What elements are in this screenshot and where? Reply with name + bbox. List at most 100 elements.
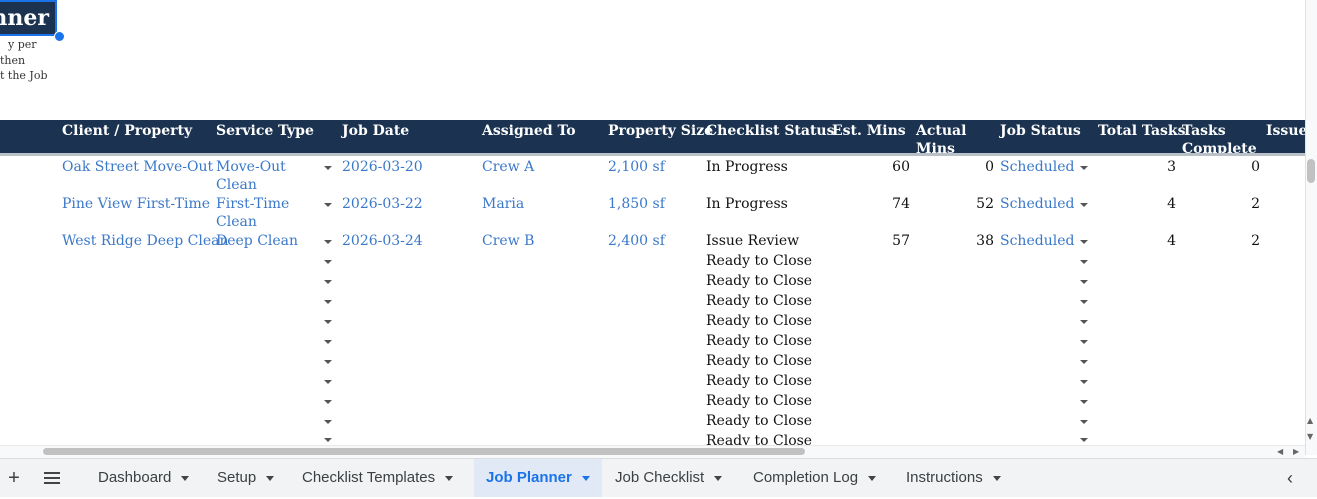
cell-checklist-status[interactable]: In Progress bbox=[706, 195, 788, 213]
vertical-scrollbar[interactable] bbox=[1305, 0, 1317, 455]
dropdown-arrow-icon[interactable] bbox=[324, 203, 332, 207]
scroll-left-icon[interactable]: ◀ bbox=[1277, 447, 1283, 456]
cell-total-tasks[interactable]: 4 bbox=[1100, 195, 1176, 213]
header-assigned-to: Assigned To bbox=[482, 123, 576, 139]
tab-dashboard[interactable]: Dashboard bbox=[86, 459, 201, 497]
cell-actual-mins[interactable]: 38 bbox=[924, 232, 994, 250]
cell-total-tasks[interactable]: 4 bbox=[1100, 232, 1176, 250]
dropdown-arrow-icon[interactable] bbox=[1080, 400, 1088, 404]
dropdown-arrow-icon[interactable] bbox=[324, 320, 332, 324]
scroll-up-icon[interactable]: ▲ bbox=[1307, 416, 1313, 425]
frozen-row-divider[interactable] bbox=[0, 153, 1305, 156]
dropdown-arrow-icon[interactable] bbox=[1080, 280, 1088, 284]
dropdown-arrow-icon[interactable] bbox=[324, 300, 332, 304]
plus-icon[interactable]: + bbox=[6, 459, 22, 497]
dropdown-arrow-icon[interactable] bbox=[1080, 360, 1088, 364]
dropdown-arrow-icon[interactable] bbox=[324, 380, 332, 384]
cell-job-date[interactable]: 2026-03-22 bbox=[342, 195, 423, 213]
dropdown-arrow-icon[interactable] bbox=[1080, 380, 1088, 384]
tab-completion-log[interactable]: Completion Log bbox=[741, 459, 888, 497]
tab-instructions[interactable]: Instructions bbox=[894, 459, 1013, 497]
sheet-title-box[interactable]: nner bbox=[0, 0, 57, 36]
dropdown-arrow-icon[interactable] bbox=[324, 400, 332, 404]
cell-est-mins[interactable]: 74 bbox=[840, 195, 910, 213]
dropdown-arrow-icon[interactable] bbox=[324, 280, 332, 284]
dropdown-arrow-icon[interactable] bbox=[1080, 320, 1088, 324]
cell-service-type-wrap[interactable]: Clean bbox=[216, 213, 257, 231]
cell-est-mins[interactable]: 57 bbox=[840, 232, 910, 250]
cell-checklist-status[interactable]: Ready to Close bbox=[706, 412, 812, 430]
chevron-down-icon[interactable] bbox=[992, 475, 1001, 481]
dropdown-arrow-icon[interactable] bbox=[1080, 300, 1088, 304]
chevron-down-icon[interactable] bbox=[581, 475, 590, 481]
cell-service-type[interactable]: Move-Out bbox=[216, 158, 286, 176]
cell-service-type-wrap[interactable]: Clean bbox=[216, 176, 257, 194]
dropdown-arrow-icon[interactable] bbox=[1080, 240, 1088, 244]
dropdown-arrow-icon[interactable] bbox=[324, 240, 332, 244]
cell-checklist-status[interactable]: Ready to Close bbox=[706, 272, 812, 290]
cell-client[interactable]: Oak Street Move-Out bbox=[62, 158, 213, 176]
cell-service-type[interactable]: First-Time bbox=[216, 195, 289, 213]
cell-assigned-to[interactable]: Crew B bbox=[482, 232, 534, 250]
cell-property-size[interactable]: 2,400 sf bbox=[608, 232, 665, 250]
cell-checklist-status[interactable]: Ready to Close bbox=[706, 392, 812, 410]
dropdown-arrow-icon[interactable] bbox=[324, 166, 332, 170]
cell-checklist-status[interactable]: Ready to Close bbox=[706, 372, 812, 390]
vertical-scroll-thumb[interactable] bbox=[1307, 159, 1315, 183]
cell-assigned-to[interactable]: Crew A bbox=[482, 158, 534, 176]
dropdown-arrow-icon[interactable] bbox=[324, 420, 332, 424]
header-actual-mins: Actual Mins bbox=[916, 123, 967, 153]
cell-total-tasks[interactable]: 3 bbox=[1100, 158, 1176, 176]
tab-checklist-templates[interactable]: Checklist Templates bbox=[290, 459, 465, 497]
scroll-right-icon[interactable]: ▶ bbox=[1293, 447, 1299, 456]
dropdown-arrow-icon[interactable] bbox=[324, 340, 332, 344]
cell-job-status[interactable]: Scheduled bbox=[1000, 232, 1074, 250]
cell-checklist-status[interactable]: Ready to Close bbox=[706, 332, 812, 350]
cell-service-type[interactable]: Deep Clean bbox=[216, 232, 298, 250]
tab-job-checklist[interactable]: Job Checklist bbox=[603, 459, 734, 497]
cell-property-size[interactable]: 2,100 sf bbox=[608, 158, 665, 176]
cell-checklist-status[interactable]: Ready to Close bbox=[706, 352, 812, 370]
cell-actual-mins[interactable]: 52 bbox=[924, 195, 994, 213]
horizontal-scroll-thumb[interactable] bbox=[43, 448, 805, 455]
tab-setup[interactable]: Setup bbox=[205, 459, 286, 497]
cell-tasks-complete[interactable]: 2 bbox=[1190, 195, 1260, 213]
cell-checklist-status[interactable]: Ready to Close bbox=[706, 312, 812, 330]
dropdown-arrow-icon[interactable] bbox=[324, 260, 332, 264]
chevron-down-icon[interactable] bbox=[714, 475, 723, 481]
dropdown-arrow-icon[interactable] bbox=[1080, 438, 1088, 442]
cell-actual-mins[interactable]: 0 bbox=[924, 158, 994, 176]
dropdown-arrow-icon[interactable] bbox=[1080, 340, 1088, 344]
dropdown-arrow-icon[interactable] bbox=[1080, 203, 1088, 207]
chevron-down-icon[interactable] bbox=[445, 475, 454, 481]
cell-checklist-status[interactable]: Ready to Close bbox=[706, 432, 812, 445]
cell-job-status[interactable]: Scheduled bbox=[1000, 158, 1074, 176]
chevron-down-icon[interactable] bbox=[181, 475, 190, 481]
menu-icon[interactable] bbox=[44, 459, 64, 497]
cell-property-size[interactable]: 1,850 sf bbox=[608, 195, 665, 213]
cell-client[interactable]: West Ridge Deep Clean bbox=[62, 232, 229, 250]
cell-tasks-complete[interactable]: 2 bbox=[1190, 232, 1260, 250]
cell-checklist-status[interactable]: Ready to Close bbox=[706, 292, 812, 310]
chevron-left-icon[interactable]: ‹ bbox=[1282, 459, 1298, 497]
chevron-down-icon[interactable] bbox=[868, 475, 877, 481]
cell-job-date[interactable]: 2026-03-20 bbox=[342, 158, 423, 176]
resize-handle[interactable] bbox=[54, 31, 65, 42]
scroll-down-icon[interactable]: ▼ bbox=[1307, 432, 1313, 441]
cell-est-mins[interactable]: 60 bbox=[840, 158, 910, 176]
dropdown-arrow-icon[interactable] bbox=[324, 360, 332, 364]
dropdown-arrow-icon[interactable] bbox=[1080, 420, 1088, 424]
cell-job-status[interactable]: Scheduled bbox=[1000, 195, 1074, 213]
cell-checklist-status[interactable]: Ready to Close bbox=[706, 252, 812, 270]
cell-assigned-to[interactable]: Maria bbox=[482, 195, 524, 213]
cell-job-date[interactable]: 2026-03-24 bbox=[342, 232, 423, 250]
dropdown-arrow-icon[interactable] bbox=[1080, 260, 1088, 264]
cell-checklist-status[interactable]: Issue Review bbox=[706, 232, 799, 250]
cell-checklist-status[interactable]: In Progress bbox=[706, 158, 788, 176]
cell-client[interactable]: Pine View First-Time bbox=[62, 195, 210, 213]
chevron-down-icon[interactable] bbox=[266, 475, 275, 481]
dropdown-arrow-icon[interactable] bbox=[1080, 166, 1088, 170]
dropdown-arrow-icon[interactable] bbox=[324, 438, 332, 442]
tab-job-planner[interactable]: Job Planner bbox=[474, 459, 602, 497]
cell-tasks-complete[interactable]: 0 bbox=[1190, 158, 1260, 176]
